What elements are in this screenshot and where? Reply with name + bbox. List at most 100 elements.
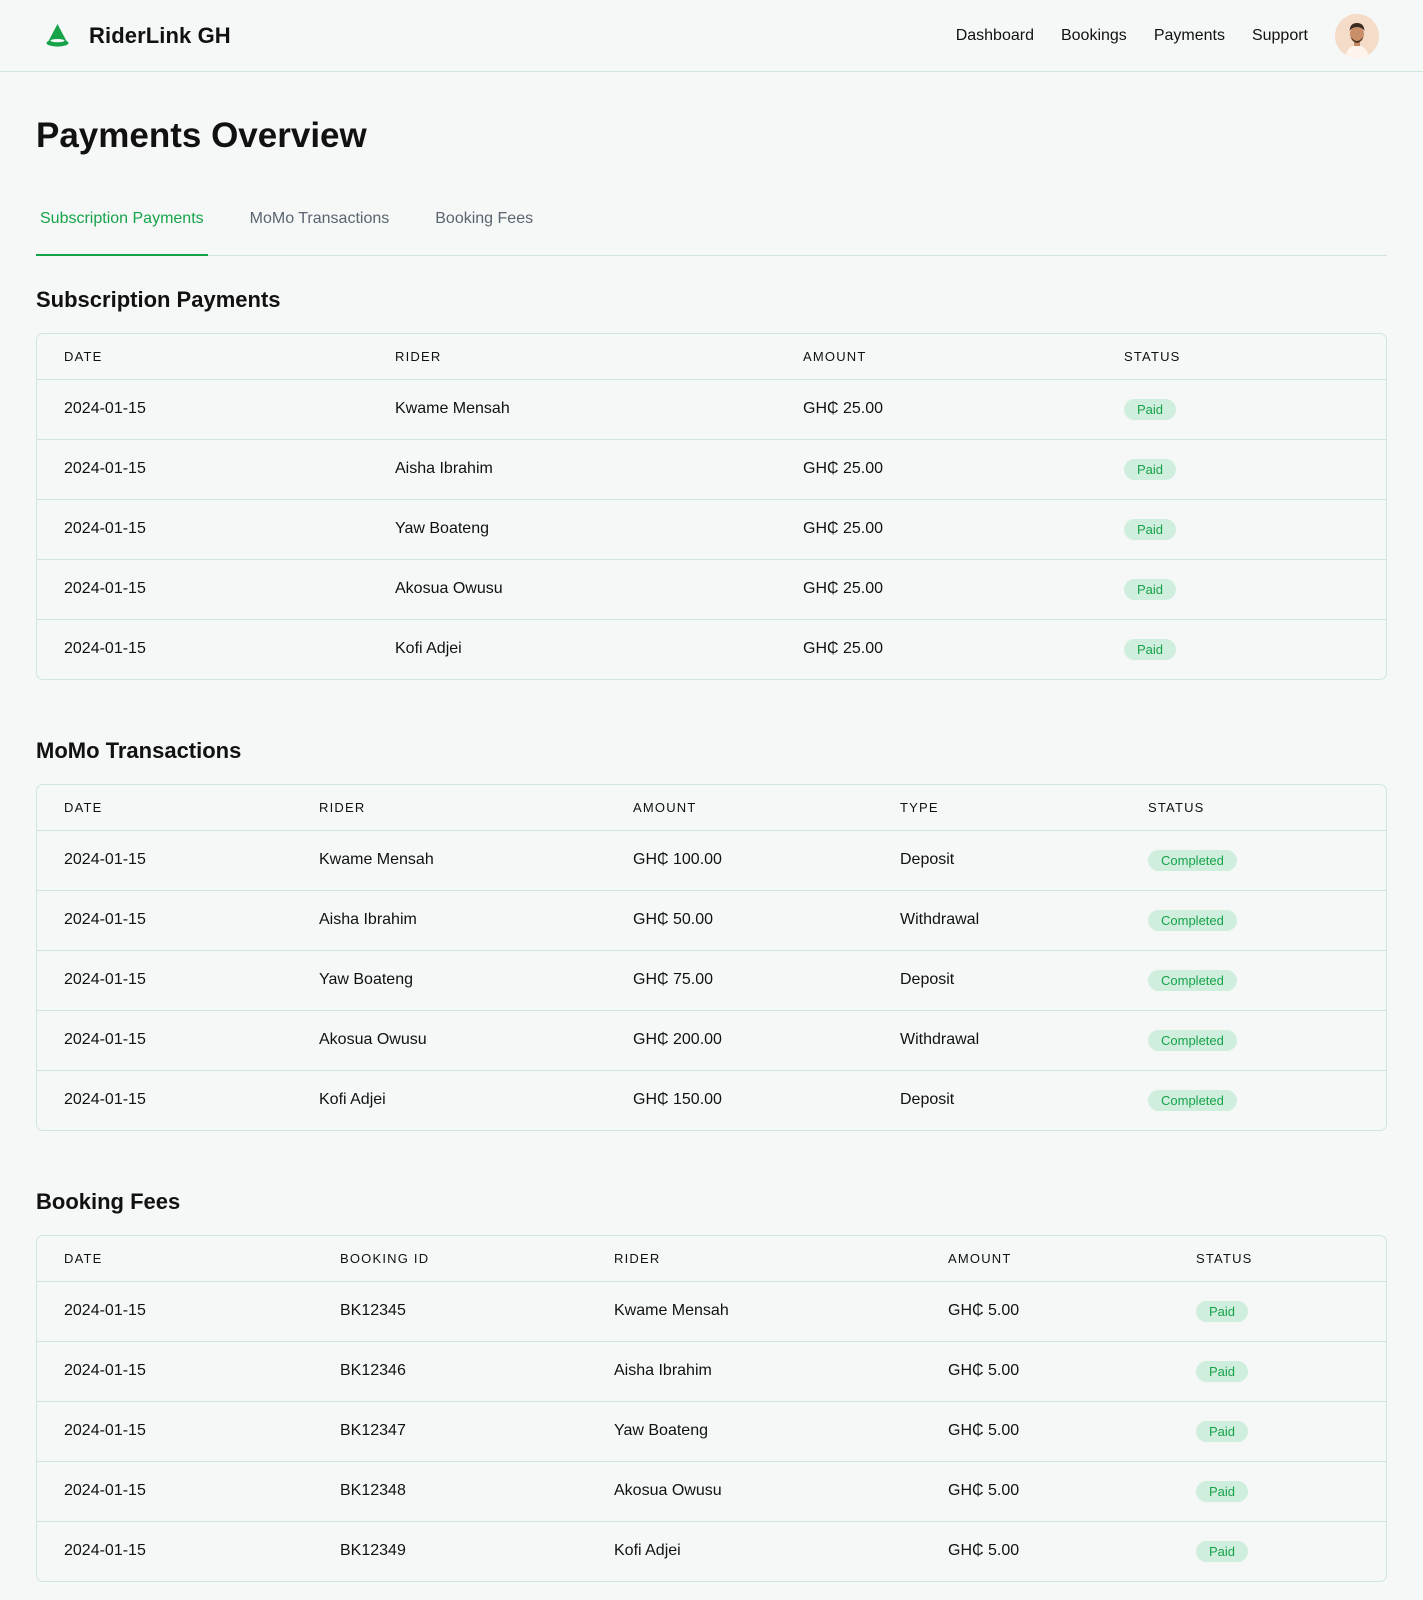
nav-dashboard[interactable]: Dashboard: [956, 27, 1034, 45]
cell-status: Paid: [1169, 1521, 1386, 1581]
cell-rider: Kwame Mensah: [587, 1281, 921, 1342]
table-row: 2024-01-15 Aisha Ibrahim GH₵ 25.00 Paid: [37, 439, 1386, 500]
momo-table-card: DATE RIDER AMOUNT TYPE STATUS 2024-01-15…: [36, 784, 1387, 1131]
col-amount: AMOUNT: [921, 1236, 1169, 1282]
payment-tabs: Subscription Payments MoMo Transactions …: [36, 204, 1387, 256]
cell-date: 2024-01-15: [37, 439, 368, 500]
cell-date: 2024-01-15: [37, 1281, 313, 1342]
cell-status: Completed: [1121, 1010, 1386, 1071]
cell-booking-id: BK12346: [313, 1341, 587, 1402]
cell-rider: Kwame Mensah: [292, 830, 606, 891]
cell-rider: Akosua Owusu: [587, 1461, 921, 1522]
cell-rider: Kofi Adjei: [395, 640, 462, 658]
nav-bookings[interactable]: Bookings: [1061, 27, 1127, 45]
cell-amount: GH₵ 5.00: [921, 1401, 1169, 1462]
status-badge: Paid: [1124, 578, 1177, 600]
col-date: DATE: [37, 1236, 313, 1282]
cell-amount: GH₵ 25.00: [776, 379, 1097, 440]
cell-booking-id: BK12345: [313, 1281, 587, 1342]
status-badge: Paid: [1196, 1420, 1249, 1442]
status-badge: Completed: [1148, 1089, 1237, 1111]
cell-rider: Yaw Boateng: [587, 1401, 921, 1462]
table-row: 2024-01-15 Kwame Mensah GH₵ 100.00 Depos…: [37, 830, 1386, 891]
cell-status: Paid: [1097, 379, 1386, 440]
cell-status: Paid: [1169, 1461, 1386, 1522]
cell-amount: GH₵ 25.00: [776, 439, 1097, 500]
status-badge: Paid: [1196, 1540, 1249, 1562]
cell-date: 2024-01-15: [37, 379, 368, 440]
cell-booking-id: BK12349: [340, 1542, 406, 1560]
table-row: 2024-01-15 Akosua Owusu GH₵ 200.00 Withd…: [37, 1010, 1386, 1071]
page-title: Payments Overview: [36, 116, 367, 155]
nav-support[interactable]: Support: [1252, 27, 1308, 45]
cell-status: Paid: [1169, 1401, 1386, 1462]
cell-rider: Kofi Adjei: [614, 1542, 681, 1560]
status-badge: Paid: [1124, 518, 1177, 540]
status-badge: Completed: [1148, 1029, 1237, 1051]
momo-table: DATE RIDER AMOUNT TYPE STATUS 2024-01-15…: [37, 785, 1386, 1130]
status-badge: Paid: [1196, 1360, 1249, 1382]
col-rider: RIDER: [292, 785, 606, 831]
col-rider: RIDER: [587, 1236, 921, 1282]
status-badge: Paid: [1124, 458, 1177, 480]
cell-amount: GH₵ 25.00: [803, 640, 884, 658]
cell-date: 2024-01-15: [64, 1542, 146, 1560]
cell-status: Completed: [1121, 1070, 1386, 1130]
subscription-table: DATE RIDER AMOUNT STATUS 2024-01-15 Kwam…: [37, 334, 1386, 679]
cell-date: 2024-01-15: [37, 830, 292, 891]
cell-rider: Kwame Mensah: [368, 379, 776, 440]
status-badge: Completed: [1148, 909, 1237, 931]
section-title: Booking Fees: [36, 1189, 181, 1214]
table-row: 2024-01-15 Aisha Ibrahim GH₵ 50.00 Withd…: [37, 890, 1386, 951]
cell-date: 2024-01-15: [37, 559, 368, 620]
booking-table-card: DATE BOOKING ID RIDER AMOUNT STATUS 2024…: [36, 1235, 1387, 1582]
subscription-table-card: DATE RIDER AMOUNT STATUS 2024-01-15 Kwam…: [36, 333, 1387, 680]
table-row: 2024-01-15 Yaw Boateng GH₵ 75.00 Deposit…: [37, 950, 1386, 1011]
section-title: MoMo Transactions: [36, 738, 242, 763]
col-status: STATUS: [1169, 1236, 1386, 1282]
cell-date: 2024-01-15: [37, 1010, 292, 1071]
status-badge: Paid: [1196, 1300, 1249, 1322]
col-date: DATE: [37, 785, 292, 831]
cell-amount: GH₵ 5.00: [921, 1281, 1169, 1342]
status-badge: Paid: [1124, 638, 1177, 660]
cell-status: Completed: [1121, 890, 1386, 951]
table-header-row: DATE BOOKING ID RIDER AMOUNT STATUS: [37, 1236, 1386, 1282]
nav-payments[interactable]: Payments: [1154, 27, 1225, 45]
cell-type: Deposit: [873, 830, 1121, 891]
col-booking-id: BOOKING ID: [313, 1236, 587, 1282]
cell-status: Paid: [1097, 619, 1386, 679]
cell-amount: GH₵ 50.00: [606, 890, 873, 951]
cell-type: Deposit: [900, 1091, 955, 1109]
col-amount: AMOUNT: [606, 785, 873, 831]
cell-amount: GH₵ 25.00: [776, 499, 1097, 560]
cell-type: Deposit: [873, 950, 1121, 1011]
cell-date: 2024-01-15: [37, 1401, 313, 1462]
tab-booking-fees[interactable]: Booking Fees: [431, 204, 537, 256]
subscription-section: Subscription Payments DATE RIDER AMOUNT …: [36, 285, 1387, 680]
main-nav: Dashboard Bookings Payments Support: [929, 13, 1379, 58]
main-content: Payments Overview Subscription Payments …: [0, 109, 1423, 1582]
cell-status: Paid: [1097, 559, 1386, 620]
cell-rider: Yaw Boateng: [368, 499, 776, 560]
booking-section: Booking Fees DATE BOOKING ID RIDER AMOUN…: [36, 1187, 1387, 1582]
avatar-image: [1335, 13, 1379, 58]
status-badge: Paid: [1196, 1480, 1249, 1502]
cell-date: 2024-01-15: [37, 1341, 313, 1402]
col-status: STATUS: [1121, 785, 1386, 831]
status-badge: Completed: [1148, 969, 1237, 991]
top-navbar: RiderLink GH Dashboard Bookings Payments…: [0, 0, 1423, 72]
tab-subscription-payments[interactable]: Subscription Payments: [36, 204, 208, 256]
table-row: 2024-01-15 BK12349 Kofi Adjei GH₵ 5.00 P…: [37, 1521, 1386, 1581]
avatar[interactable]: [1335, 13, 1379, 58]
brand-name: RiderLink GH: [89, 22, 231, 48]
tab-momo-transactions[interactable]: MoMo Transactions: [246, 204, 394, 256]
table-row: 2024-01-15 BK12345 Kwame Mensah GH₵ 5.00…: [37, 1281, 1386, 1342]
section-title: Subscription Payments: [36, 287, 281, 312]
table-row: 2024-01-15 BK12346 Aisha Ibrahim GH₵ 5.0…: [37, 1341, 1386, 1402]
col-status: STATUS: [1097, 334, 1386, 380]
cell-type: Withdrawal: [873, 890, 1121, 951]
cell-amount: GH₵ 150.00: [633, 1091, 722, 1109]
brand[interactable]: RiderLink GH: [44, 22, 231, 49]
cell-type: Withdrawal: [873, 1010, 1121, 1071]
